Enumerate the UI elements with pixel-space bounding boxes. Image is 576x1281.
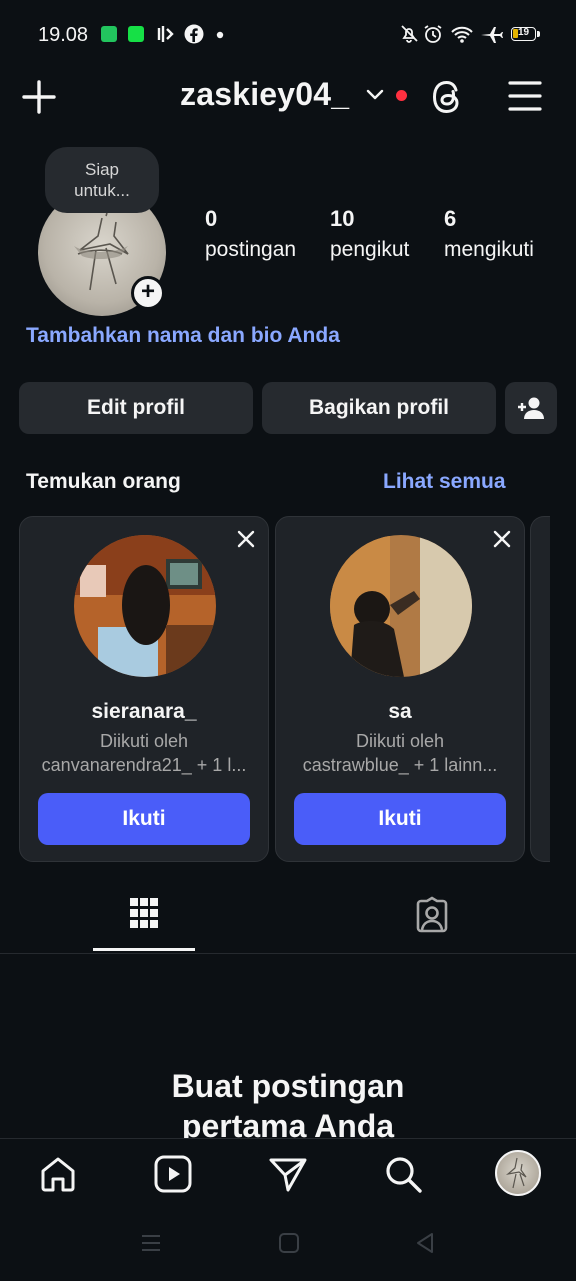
profile-tab-avatar[interactable] [495, 1150, 541, 1196]
suggestion-card: sa Diikuti oleh castrawblue_ + 1 lainn..… [275, 516, 525, 862]
follow-button[interactable]: Ikuti [294, 793, 506, 845]
discover-people-button[interactable] [505, 382, 557, 434]
more-notifications-icon [216, 31, 224, 39]
discover-people-title: Temukan orang [26, 470, 181, 493]
note-text: Siap untuk... [74, 160, 130, 200]
home-icon[interactable] [38, 1154, 78, 1194]
suggestion-avatar[interactable] [330, 535, 472, 677]
create-post-plus-icon[interactable] [22, 80, 56, 114]
airplane-mode-icon [481, 27, 503, 43]
battery-icon: 19 [511, 27, 536, 41]
followers-label[interactable]: pengikut [330, 238, 409, 262]
facebook-icon [184, 24, 204, 44]
share-profile-button[interactable]: Bagikan profil [262, 382, 496, 434]
suggestion-card: sieranara_ Diikuti oleh canvanarendra21_… [19, 516, 269, 862]
user-photo-image [330, 535, 472, 677]
search-icon[interactable] [383, 1154, 423, 1194]
empty-state-line-1: Buat postingan [171, 1068, 405, 1104]
battery-level: 19 [517, 27, 530, 38]
back-button-icon[interactable] [414, 1232, 436, 1254]
followers-count[interactable]: 10 [330, 206, 354, 232]
add-bio-link[interactable]: Tambahkan nama dan bio Anda [26, 324, 340, 348]
follow-button[interactable]: Ikuti [38, 793, 250, 845]
add-story-plus-icon[interactable]: + [131, 276, 165, 310]
hamburger-menu-icon[interactable] [508, 80, 542, 112]
wifi-icon [451, 26, 473, 43]
ballerina-sketch-thumbnail [505, 1157, 527, 1189]
note-bubble[interactable]: Siap untuk... [45, 147, 159, 213]
tab-divider [0, 953, 576, 954]
threads-icon[interactable] [430, 78, 466, 116]
suggestion-username[interactable]: sieranara_ [20, 700, 268, 724]
chevron-down-icon[interactable] [366, 88, 384, 102]
suggestion-mutual-label: Diikuti oleh [355, 731, 445, 751]
empty-state-heading: Buat postingan pertama Anda [0, 1066, 576, 1146]
suggestion-username[interactable]: sa [276, 700, 524, 724]
status-time: 19.08 [38, 24, 89, 46]
posts-count: 0 [205, 206, 218, 231]
suggestion-mutual-label: Diikuti oleh [99, 731, 189, 751]
recent-apps-icon[interactable] [140, 1232, 162, 1254]
following-label[interactable]: mengikuti [444, 238, 534, 262]
status-bar: 19.08 19 [0, 0, 576, 64]
edit-profile-button[interactable]: Edit profil [19, 382, 253, 434]
active-tab-indicator [93, 948, 195, 951]
home-button-icon[interactable] [278, 1232, 300, 1254]
mute-icon [401, 25, 418, 43]
add-person-icon [518, 397, 544, 419]
alarm-icon [424, 25, 442, 43]
profile-username-switcher[interactable]: zaskiey04_ [180, 76, 349, 113]
suggestion-card-partial[interactable] [530, 516, 550, 862]
see-all-link[interactable]: Lihat semua [383, 470, 506, 494]
suggestion-mutual-names: castrawblue_ + 1 lainn... [302, 755, 498, 775]
media-notification-icon [157, 26, 174, 42]
posts-label: postingan [205, 238, 297, 261]
app-notification-icon [101, 26, 117, 42]
dismiss-close-icon[interactable] [492, 529, 512, 549]
following-count[interactable]: 6 [444, 206, 456, 232]
notification-dot [396, 90, 407, 101]
user-photo-image [74, 535, 216, 677]
reels-icon[interactable] [153, 1154, 193, 1194]
suggestion-avatar[interactable] [74, 535, 216, 677]
app-notification-icon [128, 26, 144, 42]
battery-tip [537, 31, 540, 37]
grid-posts-tab-icon[interactable] [128, 896, 160, 932]
suggestion-mutual-names: canvanarendra21_ + 1 l... [41, 755, 247, 775]
direct-messages-send-icon[interactable] [268, 1154, 308, 1194]
dismiss-close-icon[interactable] [236, 529, 256, 549]
tagged-posts-tab-icon[interactable] [414, 896, 450, 934]
